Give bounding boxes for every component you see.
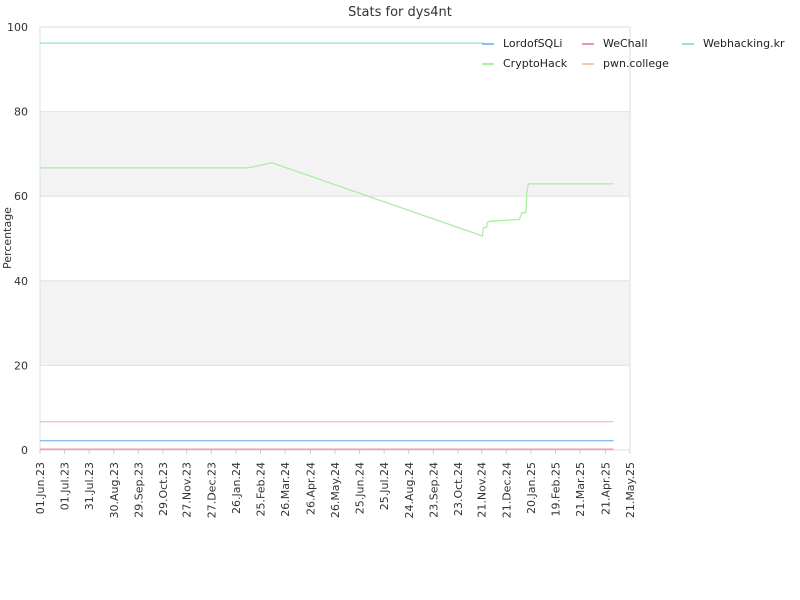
x-tick-label: 26.Mar.24 xyxy=(279,462,292,517)
grid-band xyxy=(40,196,630,281)
chart-title: Stats for dys4nt xyxy=(348,5,452,20)
x-tick-label: 21.Mar.25 xyxy=(574,462,587,517)
grid-band xyxy=(40,280,630,366)
x-tick-label: 25.Jun.24 xyxy=(354,462,367,514)
x-tick-label: 26.Jan.24 xyxy=(230,462,243,514)
x-tick-label: 20.Jan.25 xyxy=(525,462,538,514)
y-tick-label: 20 xyxy=(14,359,28,372)
x-tick-label: 25.Feb.24 xyxy=(254,462,267,516)
x-tick-label: 21.May.25 xyxy=(624,462,637,518)
x-tick-label: 29.Sep.23 xyxy=(132,462,145,518)
chart: Stats for dys4nt 0 20 40 60 80 100 01.Jun.23 0… xyxy=(0,0,800,600)
x-tick-label: 31.Jul.23 xyxy=(83,462,96,510)
x-tick-label: 29.Oct.23 xyxy=(157,462,170,516)
grid-bands xyxy=(40,27,630,450)
y-tick-label: 100 xyxy=(7,21,28,34)
y-tick-label: 60 xyxy=(14,190,28,203)
x-tick-label: 27.Nov.23 xyxy=(181,462,194,518)
legend-label: LordofSQLi xyxy=(503,37,562,50)
x-tick-label: 21.Dec.24 xyxy=(500,462,513,518)
x-tick-label: 21.Nov.24 xyxy=(476,462,489,518)
x-tick-label: 30.Aug.23 xyxy=(108,462,121,518)
x-tick-label: 26.Apr.24 xyxy=(304,462,317,515)
x-tick-label: 23.Sep.24 xyxy=(427,462,440,518)
x-tick-label: 27.Dec.23 xyxy=(205,462,218,518)
x-tick-label: 01.Jul.23 xyxy=(59,462,72,510)
legend-label: pwn.college xyxy=(603,57,669,70)
x-tick-label: 25.Jul.24 xyxy=(378,462,391,510)
y-axis-label: Percentage xyxy=(1,207,14,269)
x-tick-label: 19.Feb.25 xyxy=(549,462,562,516)
y-tick-label: 0 xyxy=(21,444,28,457)
legend-label: CryptoHack xyxy=(503,57,568,70)
x-tick-label: 23.Oct.24 xyxy=(452,462,465,516)
grid-band xyxy=(40,365,630,450)
y-tick-label: 80 xyxy=(14,106,28,119)
legend-label: Webhacking.kr xyxy=(703,37,785,50)
x-tick-label: 26.May.24 xyxy=(329,462,342,518)
y-tick-label: 40 xyxy=(14,275,28,288)
x-tick-label: 24.Aug.24 xyxy=(403,462,416,518)
x-tick-label: 21.Apr.25 xyxy=(599,462,612,515)
legend-label: WeChall xyxy=(603,37,648,50)
x-tick-label: 01.Jun.23 xyxy=(34,462,47,514)
